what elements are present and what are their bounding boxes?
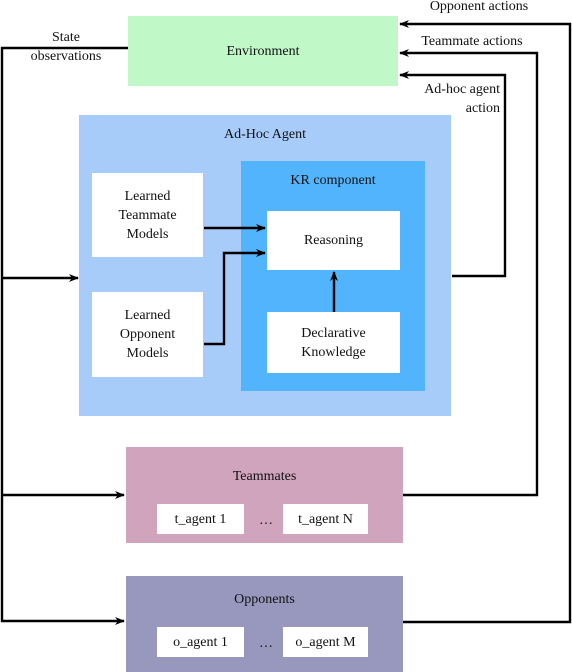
state-observations-line <box>0 46 128 625</box>
teammate-actions-arrow <box>399 49 539 497</box>
connectors <box>0 20 572 625</box>
opponent-models-to-reasoning-arrow <box>204 249 266 346</box>
adhoc-action-arrow <box>399 71 507 278</box>
opponent-actions-arrow <box>399 20 572 624</box>
